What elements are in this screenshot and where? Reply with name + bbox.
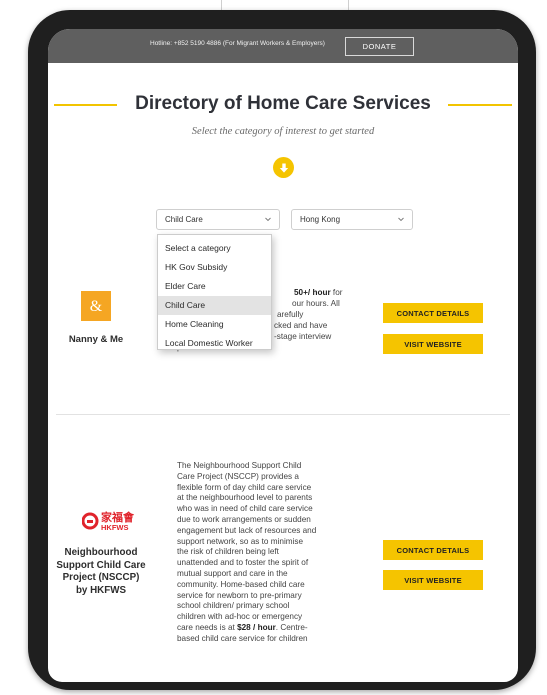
desc-line: unattended and to foster the spirit of [177,558,309,568]
desc-line: service for newborn to pre-primary [177,590,302,600]
category-select[interactable]: Child Care [156,209,280,230]
desc-line: community. Home-based child care [177,579,305,589]
provider-description-continued: -stage interview [274,332,384,343]
desc-line: Care Project (NSCCP) provides a [177,471,299,481]
chevron-down-icon [398,217,404,222]
nanny-and-me-logo: & [81,291,111,321]
region-select[interactable]: Hong Kong [291,209,413,230]
contact-details-button[interactable]: CONTACT DETAILS [383,303,483,323]
provider-description-continued: our hours. All [292,299,392,310]
provider-name: Nanny & Me [68,334,124,345]
tablet-screen: Hotline: +852 5190 4886 (For Migrant Wor… [48,29,518,682]
desc-line: our hours. All [292,299,340,308]
provider-name: Neighbourhood Support Child Care Project… [56,547,146,596]
hkfws-logo: 家福會 HKFWS [82,510,135,532]
desc-line: the risk of children being left [177,547,279,557]
category-option-select[interactable]: Select a category [158,239,271,258]
desc-line: The Neighbourhood Support Child [177,461,302,470]
desc-line: -stage interview [274,332,332,341]
provider-description: 50+/ hour for [294,288,394,299]
chevron-down-icon [265,217,271,222]
desc-line: care needs is at $28 / hour. Centre- [177,622,308,632]
desc-line: school children/ primary school [177,601,290,611]
category-select-value: Child Care [165,215,203,224]
visit-website-button[interactable]: VISIT WEBSITE [383,570,483,590]
desc-line: based child care service for children [177,633,308,643]
desc-line: support network, so as to minimise [177,536,304,546]
desc-line: mutual support and care in the [177,568,288,578]
desc-line: due to work arrangements or sudden [177,514,311,524]
visit-website-button[interactable]: VISIT WEBSITE [383,334,483,354]
desc-line: arefully [277,310,304,319]
desc-line: children with ad-hoc or emergency [177,612,303,622]
category-option-home-cleaning[interactable]: Home Cleaning [158,315,271,334]
desc-line: 50+/ hour for [294,288,343,297]
desc-line: engagement but lack of resources and [177,525,317,535]
region-select-value: Hong Kong [300,215,341,224]
desc-line: at the neighbourhood level to parents [177,493,313,503]
svg-text:HKFWS: HKFWS [101,523,129,532]
desc-line: who was in need of child care service [177,504,313,514]
provider-description: The Neighbourhood Support Child Care Pro… [177,461,362,645]
category-option-child-care[interactable]: Child Care [158,296,271,315]
hotline-text: Hotline: +852 5190 4886 (For Migrant Wor… [150,40,325,47]
desc-line: flexible form of day child care service [177,482,312,492]
svg-text:&: & [90,298,103,315]
svg-text:家福會: 家福會 [101,510,135,524]
top-bar: Hotline: +852 5190 4886 (For Migrant Wor… [48,29,518,63]
provider-description-continued: cked and have [274,321,374,332]
provider-description-continued: arefully [277,310,377,321]
desc-line: cked and have [274,321,328,330]
arrow-down-icon[interactable] [273,157,294,178]
category-option-local-domestic-worker[interactable]: Local Domestic Worker [158,334,271,353]
page-subtitle: Select the category of interest to get s… [191,126,375,137]
category-dropdown-menu: Select a category HK Gov Subsidy Elder C… [157,234,272,350]
category-option-hk-gov-subsidy[interactable]: HK Gov Subsidy [158,258,271,277]
donate-button[interactable]: DONATE [345,37,414,56]
provider-divider [56,414,510,415]
contact-details-button[interactable]: CONTACT DETAILS [383,540,483,560]
page-title: Directory of Home Care Services [135,93,431,114]
category-option-elder-care[interactable]: Elder Care [158,277,271,296]
